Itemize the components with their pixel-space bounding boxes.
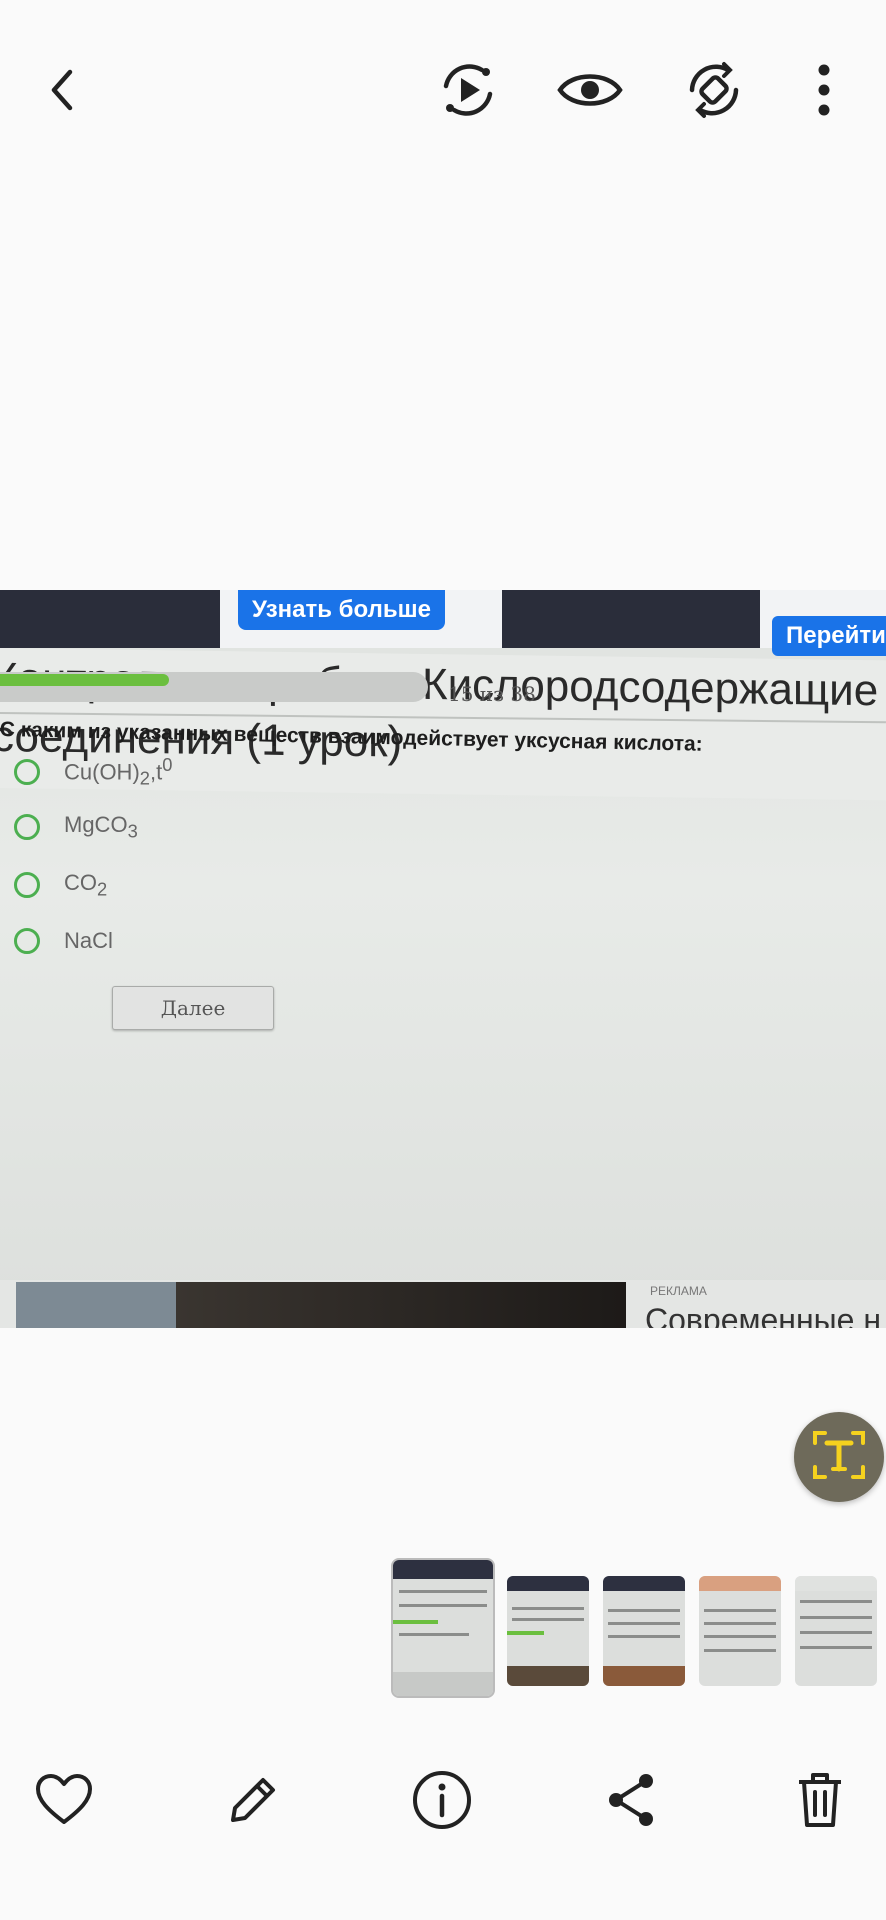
answer-option: CO2: [14, 870, 107, 900]
go-to-button: Перейти н: [772, 616, 886, 656]
ad-image-dark: [176, 1282, 626, 1328]
ad-image-trees: [16, 1282, 176, 1328]
progress-counter: 15 из 38: [448, 682, 536, 706]
favorite-heart-icon: [34, 1772, 94, 1828]
share-icon: [604, 1771, 658, 1829]
thumbnail[interactable]: [507, 1576, 589, 1686]
edit-button[interactable]: [205, 1752, 301, 1848]
info-button[interactable]: [394, 1752, 490, 1848]
photo-content[interactable]: Узнать больше Перейти н Контрольная рабо…: [0, 590, 886, 1328]
edit-pencil-icon: [223, 1770, 283, 1830]
radio-button: [14, 758, 40, 785]
text-scan-button[interactable]: [794, 1412, 884, 1502]
bottom-toolbar: [0, 1740, 886, 1860]
info-icon: [411, 1769, 473, 1831]
learn-more-button: Узнать больше: [238, 590, 445, 630]
radio-button: [14, 872, 40, 899]
rotate-button[interactable]: [666, 42, 762, 138]
top-toolbar: [0, 0, 886, 180]
favorite-button[interactable]: [16, 1752, 112, 1848]
back-button[interactable]: [16, 42, 112, 138]
share-button[interactable]: [583, 1752, 679, 1848]
answer-label: NaCl: [64, 928, 113, 953]
answer-option: MgCO3: [14, 812, 138, 842]
next-button: Далее: [112, 986, 274, 1030]
ad-heading: Современные н: [645, 1302, 881, 1328]
more-vertical-icon: [816, 62, 832, 118]
back-icon: [40, 66, 88, 114]
progress-fill: [0, 674, 169, 686]
thumbnail[interactable]: [603, 1576, 685, 1686]
gallery-viewer: Узнать больше Перейти н Контрольная рабо…: [0, 0, 886, 1920]
rotate-icon: [684, 60, 744, 120]
answer-label: MgCO3: [64, 812, 138, 842]
ad-label: РЕКЛАМА: [650, 1284, 707, 1298]
visibility-eye-icon: [556, 66, 624, 114]
answer-label: CO2: [64, 870, 108, 900]
radio-button: [14, 814, 40, 841]
delete-button[interactable]: [772, 1752, 868, 1848]
thumbnail-strip: [0, 1558, 886, 1700]
more-options-button[interactable]: [776, 42, 872, 138]
answer-option: NaCl: [14, 928, 113, 954]
motion-photo-button[interactable]: [420, 42, 516, 138]
thumbnail-selected[interactable]: [391, 1558, 495, 1698]
visibility-button[interactable]: [542, 42, 638, 138]
thumbnail[interactable]: [699, 1576, 781, 1686]
answer-option: Cu(OH)2,t0: [14, 754, 172, 790]
answer-label: Cu(OH)2,t0: [64, 754, 173, 789]
radio-button: [14, 928, 40, 954]
thumbnail[interactable]: [795, 1576, 877, 1686]
delete-trash-icon: [795, 1770, 845, 1830]
text-scan-icon: [809, 1425, 869, 1490]
motion-photo-play-icon: [436, 58, 500, 122]
